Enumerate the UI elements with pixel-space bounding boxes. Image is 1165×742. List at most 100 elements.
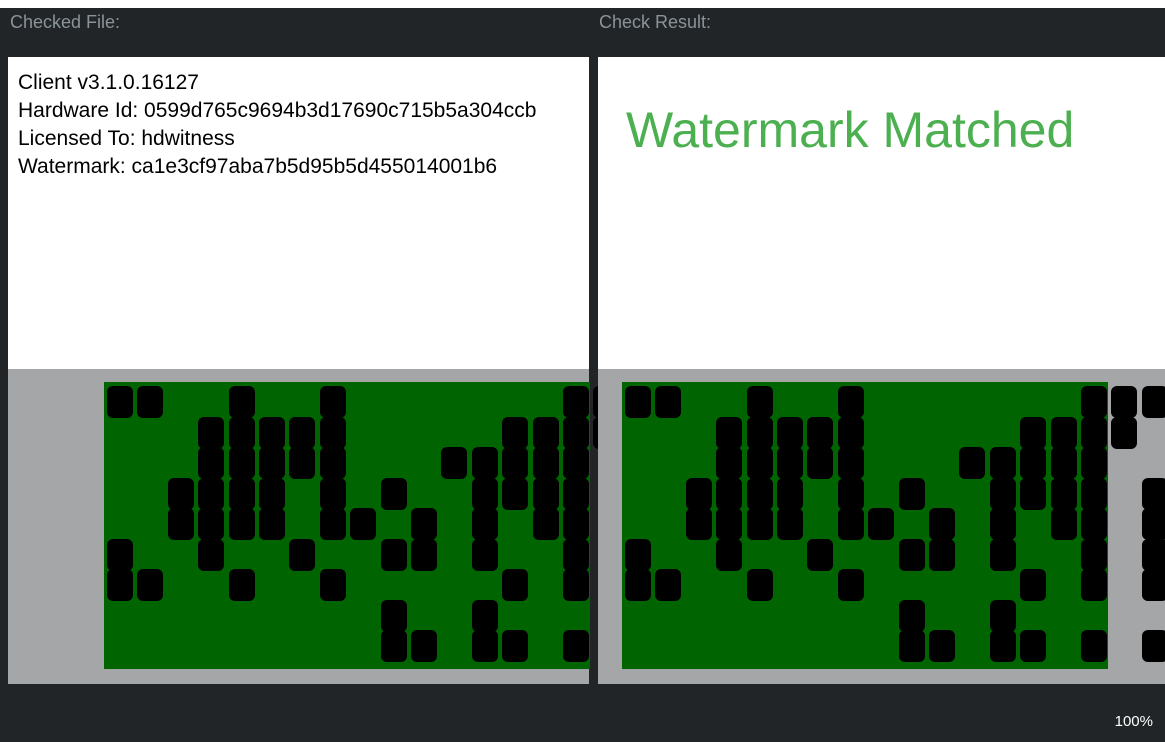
watermark-cell [777, 478, 803, 510]
watermark-cell [929, 508, 955, 540]
watermark-cell [625, 569, 651, 601]
watermark-cell [1051, 478, 1077, 510]
watermark-cell [838, 508, 864, 540]
watermark-cell [990, 478, 1016, 510]
watermark-cell [198, 417, 224, 449]
watermark-cell [990, 539, 1016, 571]
watermark-cell [625, 386, 651, 418]
watermark-pattern-image [104, 382, 680, 669]
watermark-cell [381, 478, 407, 510]
watermark-cell [229, 478, 255, 510]
watermark-cell [747, 569, 773, 601]
checked-file-header: Checked File: [10, 12, 121, 32]
watermark-cell [533, 508, 559, 540]
watermark-cell [747, 478, 773, 510]
watermark-cell [411, 539, 437, 571]
watermark-cell [625, 539, 651, 571]
watermark-cell [777, 447, 803, 479]
watermark-pattern-image [622, 382, 1165, 669]
watermark-cell [1111, 386, 1137, 418]
top-strip [0, 0, 1165, 8]
watermark-cell [838, 569, 864, 601]
watermark-cell [168, 478, 194, 510]
watermark-cell [107, 386, 133, 418]
watermark-cell [716, 539, 742, 571]
watermark-cell [1142, 386, 1165, 418]
watermark-cell [747, 417, 773, 449]
watermark-cell [381, 539, 407, 571]
watermark-cell [137, 386, 163, 418]
watermark-cell [990, 630, 1016, 662]
watermark-cell [198, 447, 224, 479]
watermark-cell [777, 417, 803, 449]
file-info: Client v3.1.0.16127 Hardware Id: 0599d76… [18, 69, 536, 181]
watermark-cell [655, 386, 681, 418]
watermark-cell [899, 630, 925, 662]
watermark-cell [716, 508, 742, 540]
client-version: Client v3.1.0.16127 [18, 71, 199, 94]
watermark-cell [533, 417, 559, 449]
watermark-cell [716, 417, 742, 449]
watermark-cell [259, 447, 285, 479]
watermark-cell [1081, 386, 1107, 418]
watermark-cell [198, 508, 224, 540]
watermark-cell [229, 447, 255, 479]
watermark-cell [472, 508, 498, 540]
watermark-cell [229, 417, 255, 449]
watermark-cell [229, 386, 255, 418]
watermark-cell [289, 447, 315, 479]
watermark-cell [411, 630, 437, 662]
watermark-cell [502, 630, 528, 662]
watermark-cell [320, 386, 346, 418]
watermark-cell [563, 417, 589, 449]
result-area: Watermark Matched [598, 57, 1165, 369]
watermark-cell [107, 539, 133, 571]
watermark-cell [107, 569, 133, 601]
watermark-cell [990, 600, 1016, 632]
watermark-cell [1081, 569, 1107, 601]
watermark-cell [289, 539, 315, 571]
watermark-cell [259, 417, 285, 449]
watermark-cell [1020, 630, 1046, 662]
watermark-cell [1081, 630, 1107, 662]
watermark-cell [686, 508, 712, 540]
watermark-cell [502, 569, 528, 601]
watermark-cell [320, 447, 346, 479]
watermark-cell [807, 539, 833, 571]
watermark-cell [381, 600, 407, 632]
watermark-cell [990, 447, 1016, 479]
watermark-cell [838, 478, 864, 510]
watermark-cell [686, 478, 712, 510]
watermark-cell [533, 447, 559, 479]
check-result-panel: Watermark Matched [598, 57, 1165, 684]
watermark-cell [472, 447, 498, 479]
watermark-cell [472, 600, 498, 632]
watermark-cell [502, 447, 528, 479]
watermark-cell [320, 478, 346, 510]
watermark-cell [472, 539, 498, 571]
watermark-value: Watermark: ca1e3cf97aba7b5d95b5d45501400… [18, 155, 498, 178]
watermark-cell [229, 569, 255, 601]
watermark-cell [899, 539, 925, 571]
watermark-cell [1142, 508, 1165, 540]
watermark-cell [747, 508, 773, 540]
watermark-cell [929, 539, 955, 571]
watermark-cell [320, 508, 346, 540]
checked-file-panel: Client v3.1.0.16127 Hardware Id: 0599d76… [8, 57, 680, 684]
check-result-header: Check Result: [599, 12, 712, 32]
watermark-cell [198, 478, 224, 510]
watermark-cell [929, 630, 955, 662]
watermark-cell [1081, 478, 1107, 510]
watermark-cell [716, 478, 742, 510]
watermark-cell [716, 447, 742, 479]
watermark-cell [229, 508, 255, 540]
watermark-cell [381, 630, 407, 662]
watermark-cell [1081, 539, 1107, 571]
file-info-area: Client v3.1.0.16127 Hardware Id: 0599d76… [8, 57, 589, 369]
watermark-cell [441, 447, 467, 479]
watermark-cell [807, 447, 833, 479]
watermark-cell [1020, 417, 1046, 449]
watermark-cell [990, 508, 1016, 540]
watermark-cell [533, 478, 559, 510]
watermark-cell [563, 386, 589, 418]
